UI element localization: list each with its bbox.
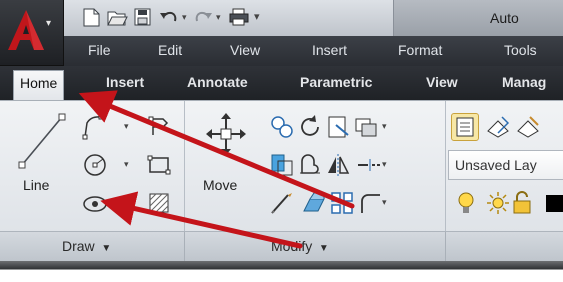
layer-color-swatch[interactable]: [540, 189, 563, 217]
mirror-icon[interactable]: [324, 151, 352, 179]
draw-panel-title[interactable]: Draw ▼: [62, 238, 111, 254]
menu-insert[interactable]: Insert: [312, 42, 347, 58]
lock-icon[interactable]: [508, 189, 536, 217]
save-icon[interactable]: [132, 7, 154, 27]
plot-icon[interactable]: [228, 7, 250, 27]
new-icon[interactable]: [80, 7, 102, 27]
title-bar: ▾ ▾ ▾ Auto: [0, 0, 563, 36]
quick-access-toolbar: ▾ ▾ ▾: [64, 0, 394, 36]
array-icon[interactable]: [328, 189, 356, 217]
menu-edit[interactable]: Edit: [158, 42, 182, 58]
redo-dropdown-icon[interactable]: ▾: [216, 12, 221, 23]
move-label[interactable]: Move: [203, 177, 237, 193]
tab-insert[interactable]: Insert: [106, 74, 144, 90]
ribbon-panel-area: Line ▾ ▾ Move ▾ ▾ ▾ Unsaved Lay: [0, 100, 563, 259]
erase-icon[interactable]: [352, 113, 380, 141]
stretch-icon[interactable]: [268, 151, 296, 179]
chevron-down-icon: ▼: [316, 243, 329, 254]
qat-dropdown-icon[interactable]: ▾: [254, 10, 260, 23]
draw-panel-label: Draw: [62, 238, 95, 254]
copy-icon[interactable]: [268, 113, 296, 141]
line-label[interactable]: Line: [23, 177, 49, 193]
trim-icon[interactable]: [324, 113, 352, 141]
tab-annotate[interactable]: Annotate: [187, 74, 248, 90]
break-dropdown-icon[interactable]: ▾: [382, 159, 387, 170]
layer-state-icon[interactable]: [484, 113, 512, 141]
move-tool-icon[interactable]: [204, 111, 248, 157]
redo-icon[interactable]: [192, 7, 214, 27]
rotate-icon[interactable]: [296, 113, 324, 141]
application-menu-chevron-icon: ▾: [46, 18, 52, 29]
window-title: Auto: [490, 10, 519, 26]
menu-view[interactable]: View: [230, 42, 260, 58]
autocad-logo-icon: [8, 10, 44, 50]
rectangle-icon[interactable]: [145, 151, 173, 179]
tab-home[interactable]: Home: [13, 70, 65, 100]
footer-divider: [184, 232, 185, 262]
panel-footer-bar: Draw ▼ Modify ▼: [0, 231, 563, 262]
tab-view[interactable]: View: [426, 74, 458, 90]
fillet-icon[interactable]: [268, 189, 296, 217]
modify-panel-title[interactable]: Modify ▼: [271, 238, 329, 254]
scale-icon[interactable]: [296, 151, 324, 179]
line-tool-icon[interactable]: [14, 111, 72, 171]
undo-dropdown-icon[interactable]: ▾: [182, 12, 187, 23]
tab-parametric[interactable]: Parametric: [300, 74, 372, 90]
erase-dropdown-icon[interactable]: ▾: [382, 121, 387, 132]
menu-bar: File Edit View Insert Format Tools: [64, 36, 563, 66]
chamfer-dropdown-icon[interactable]: ▾: [382, 197, 387, 208]
bulb-icon[interactable]: [452, 189, 480, 217]
polyline-dropdown-icon[interactable]: ▾: [124, 121, 129, 132]
polyline-icon[interactable]: [81, 113, 109, 141]
modify-panel-label: Modify: [271, 238, 313, 254]
layer-properties-icon[interactable]: [451, 113, 479, 141]
ribbon-bottom-edge: [0, 261, 563, 282]
hatch-icon[interactable]: [145, 189, 173, 217]
menu-file[interactable]: File: [88, 42, 111, 58]
footer-divider: [445, 232, 446, 262]
arc-icon[interactable]: [81, 189, 109, 217]
layer-state-dropdown[interactable]: Unsaved Lay: [448, 150, 563, 180]
layer-walk-icon[interactable]: [514, 113, 542, 141]
undo-icon[interactable]: [158, 7, 180, 27]
circle-dropdown-icon[interactable]: ▾: [124, 159, 129, 170]
circle-icon[interactable]: [81, 151, 109, 179]
chevron-down-icon: ▼: [98, 243, 112, 254]
break-icon[interactable]: [356, 151, 384, 179]
chamfer-icon[interactable]: [356, 189, 384, 217]
application-menu-button[interactable]: ▾: [0, 0, 64, 66]
ribbon-tab-bar: Home Insert Annotate Parametric View Man…: [0, 66, 563, 100]
tab-manage[interactable]: Manag: [502, 74, 546, 90]
revcloud-icon[interactable]: [145, 113, 173, 141]
menu-tools[interactable]: Tools: [504, 42, 537, 58]
open-icon[interactable]: [106, 7, 128, 27]
menu-format[interactable]: Format: [398, 42, 442, 58]
3d-solid-icon[interactable]: [300, 189, 328, 217]
